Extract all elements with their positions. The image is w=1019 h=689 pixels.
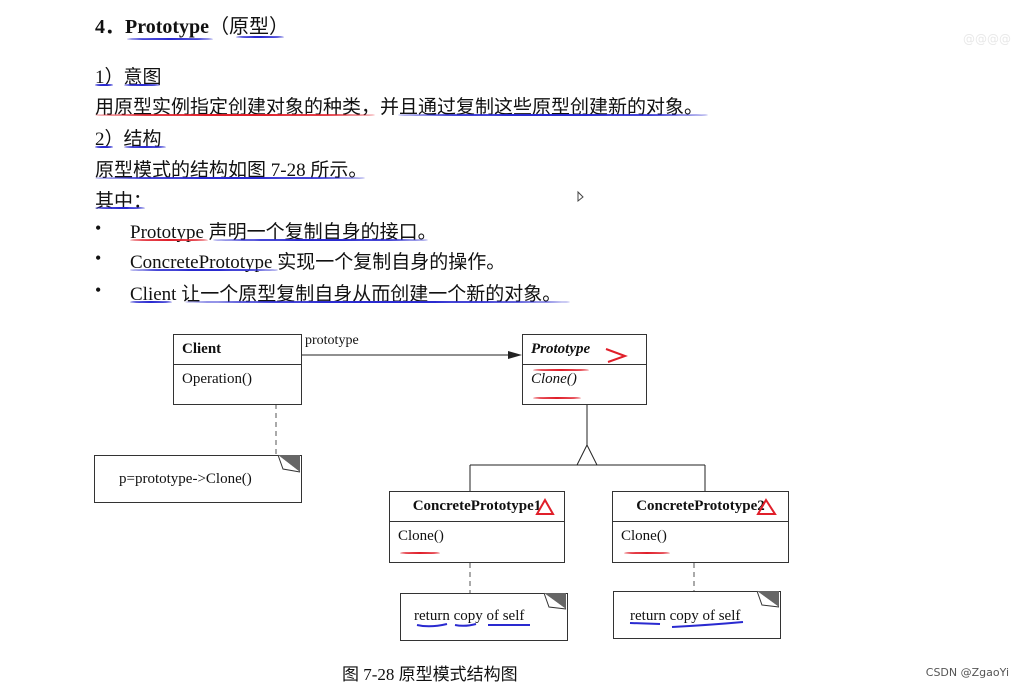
annotation-mark-icon — [756, 498, 777, 515]
note-folds — [277, 190, 780, 628]
annotation-mark-icon — [535, 497, 555, 515]
watermark: CSDN @ZgaoYi — [925, 666, 1009, 679]
annotation-mark-icon — [605, 348, 628, 363]
figure-caption: 图 7-28 原型模式结构图 — [342, 665, 518, 684]
mouse-cursor-icon — [577, 190, 584, 203]
corner-mark: @@@@ — [963, 32, 1011, 46]
